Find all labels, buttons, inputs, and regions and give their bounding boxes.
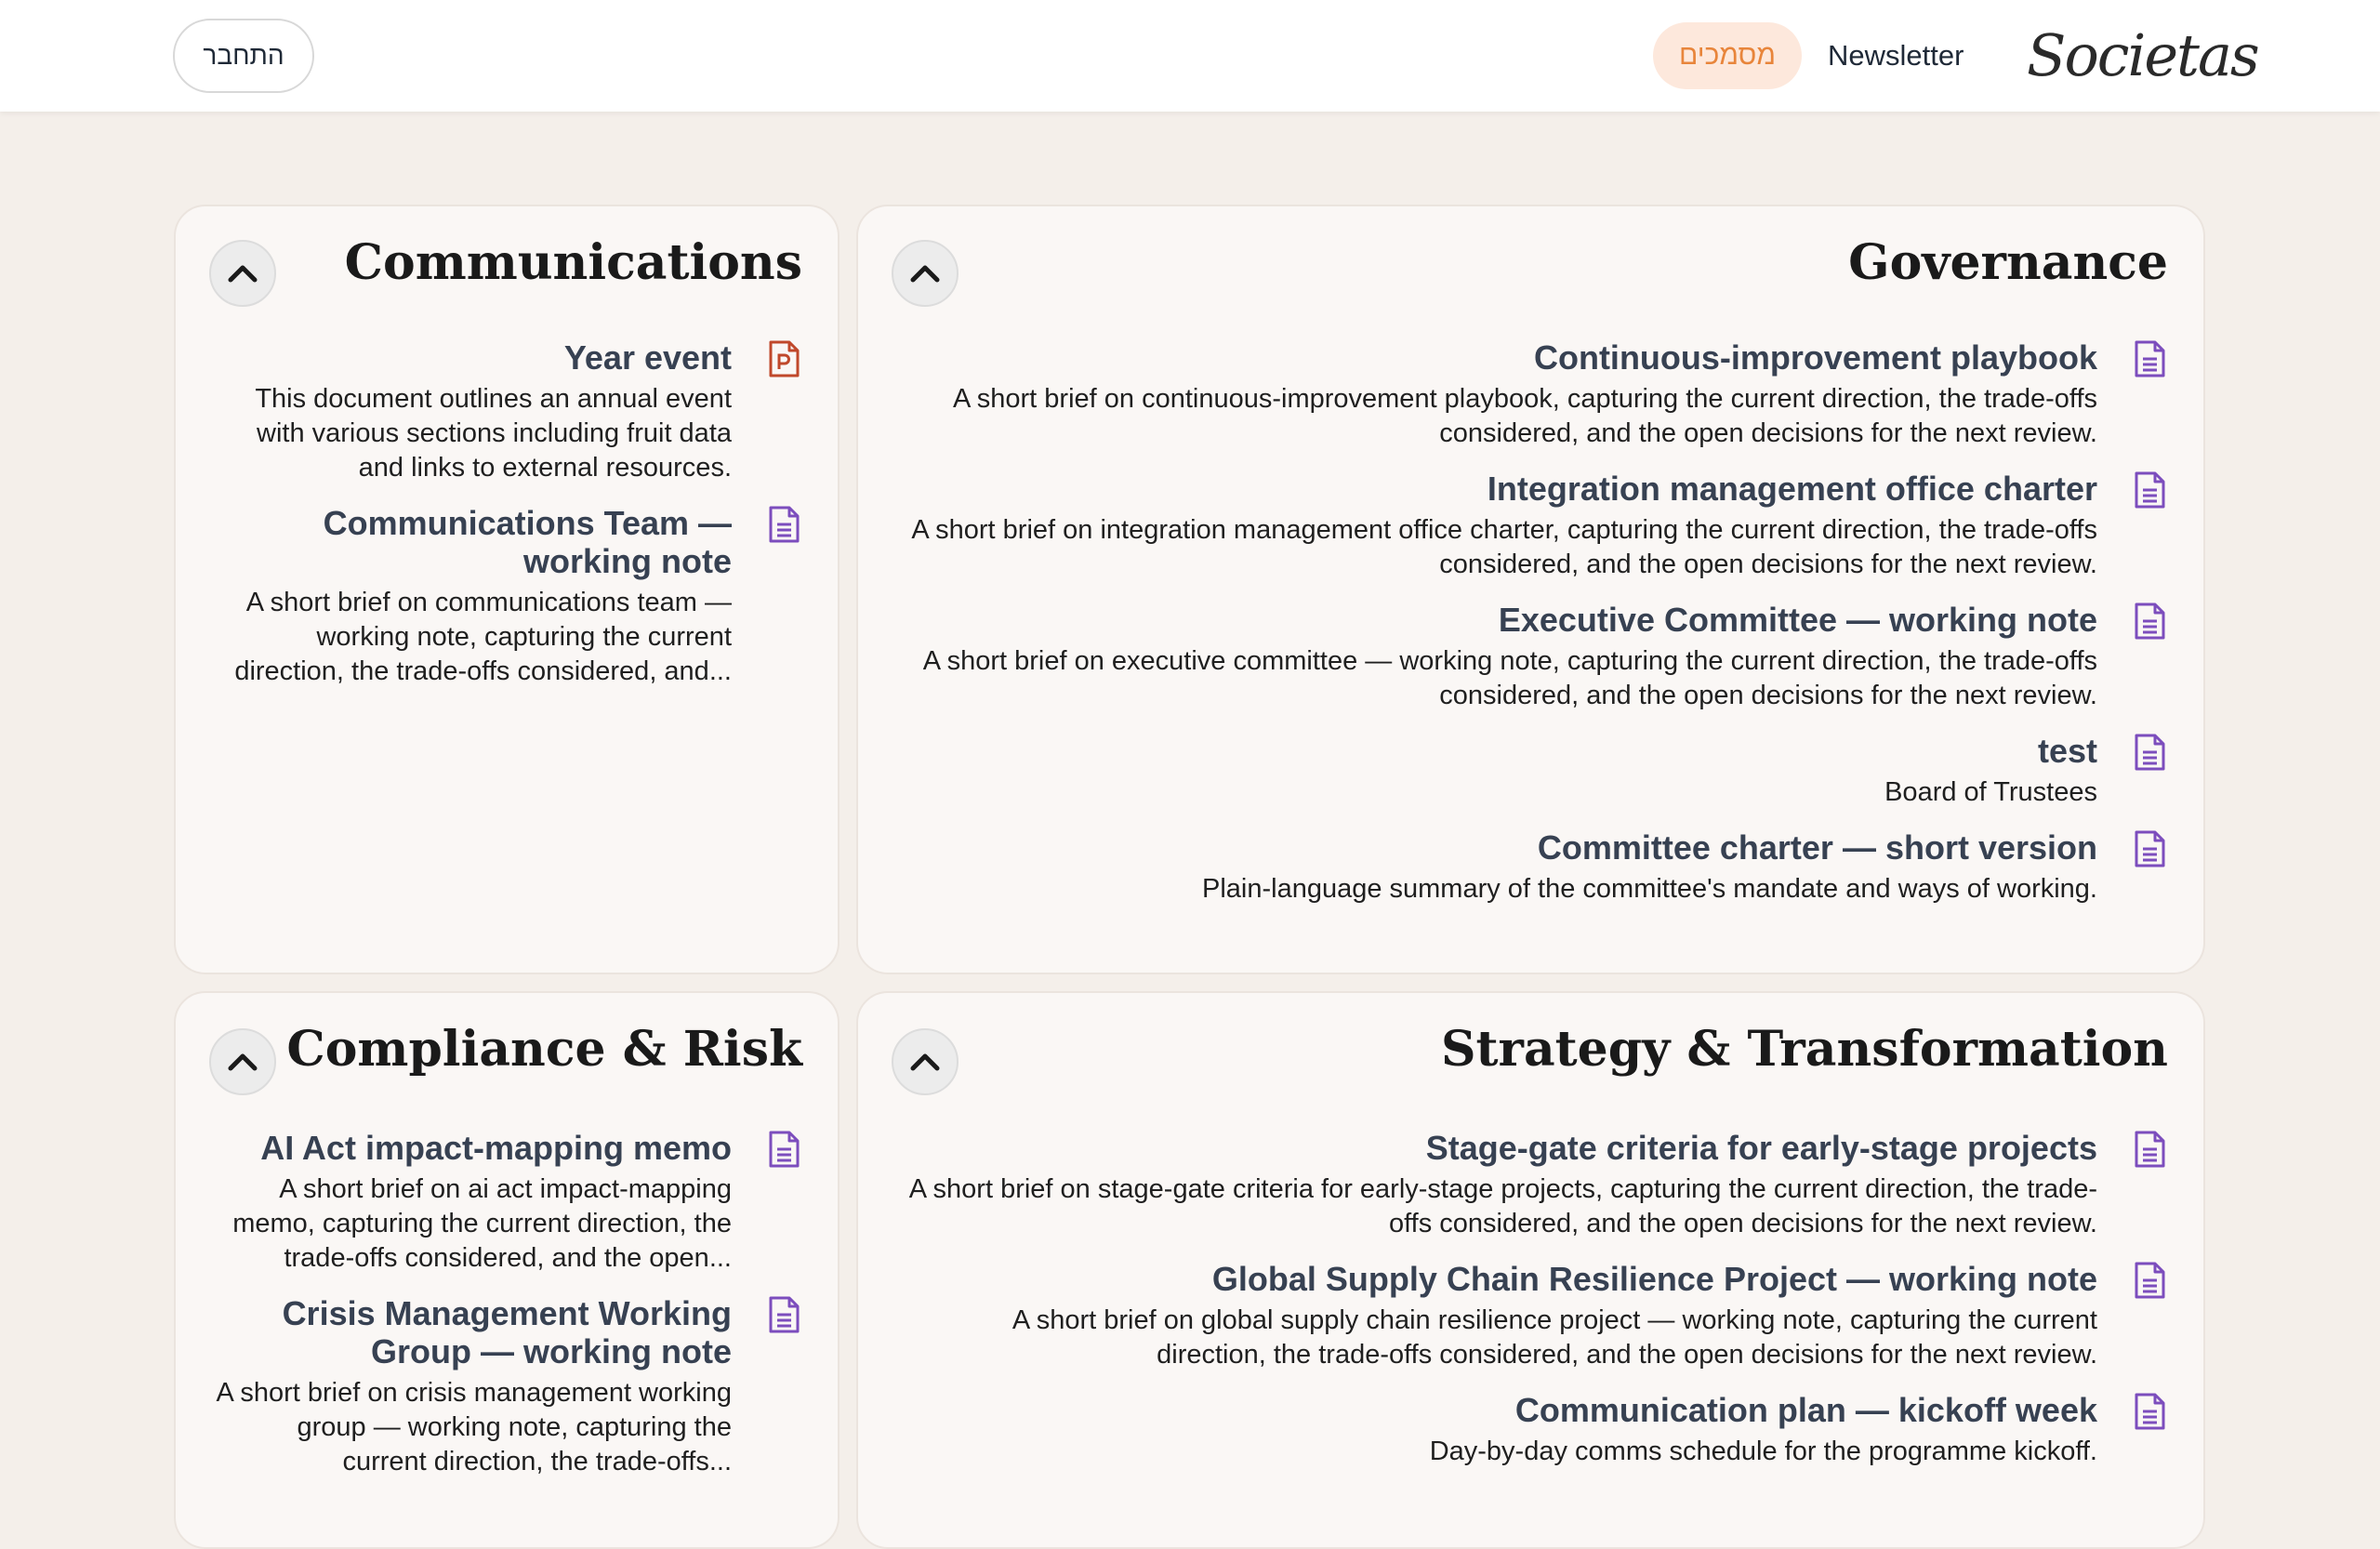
- document-icon: [769, 1296, 800, 1333]
- document-item[interactable]: Communication plan — kickoff week Day-by…: [903, 1391, 2166, 1469]
- collapse-button[interactable]: [892, 240, 959, 307]
- top-navigation-bar: התחבר מסמכים Newsletter Societas: [0, 0, 2380, 112]
- document-title[interactable]: Stage-gate criteria for early-stage proj…: [903, 1129, 2097, 1167]
- section-title: Communications: [344, 234, 802, 291]
- document-description: A short brief on continuous-improvement …: [952, 384, 2097, 448]
- document-item[interactable]: Executive Committee — working note A sho…: [905, 601, 2166, 713]
- document-title[interactable]: Global Supply Chain Resilience Project —…: [903, 1260, 2097, 1298]
- collapse-button[interactable]: [209, 1028, 276, 1095]
- document-item[interactable]: Integration management office charter A …: [905, 470, 2166, 582]
- document-icon: [2135, 471, 2165, 509]
- document-description: Board of Trustees: [1884, 777, 2097, 807]
- document-list: Continuous-improvement playbook A short …: [905, 338, 2166, 925]
- logo[interactable]: Societas: [2027, 13, 2260, 97]
- nav-documents[interactable]: מסמכים: [1653, 22, 1802, 89]
- section-compliance-risk: Compliance & Risk AI Act impact-mapping …: [174, 991, 840, 1549]
- document-item[interactable]: Year event This document outlines an ann…: [213, 338, 800, 485]
- document-icon: [2135, 734, 2165, 771]
- chevron-up-icon: [228, 1053, 258, 1071]
- collapse-button[interactable]: [892, 1028, 959, 1095]
- document-title[interactable]: Committee charter — short version: [905, 828, 2097, 867]
- chevron-up-icon: [910, 265, 940, 283]
- document-icon: [2135, 1393, 2165, 1430]
- document-description: A short brief on crisis management worki…: [216, 1378, 732, 1476]
- section-header: Governance: [858, 206, 2203, 307]
- document-icon: [2135, 1262, 2165, 1299]
- document-description: A short brief on executive committee — w…: [922, 646, 2097, 710]
- document-title[interactable]: Crisis Management Working Group — workin…: [211, 1294, 732, 1370]
- document-icon: [2135, 340, 2165, 377]
- document-icon: [769, 1131, 800, 1168]
- document-description: A short brief on stage-gate criteria for…: [908, 1174, 2097, 1238]
- document-icon: [2135, 602, 2165, 640]
- document-description: A short brief on global supply chain res…: [1012, 1305, 2097, 1370]
- document-title[interactable]: Communication plan — kickoff week: [903, 1391, 2097, 1429]
- section-header: Communications: [176, 206, 838, 307]
- document-icon: [2135, 1131, 2165, 1168]
- document-list: AI Act impact-mapping memo A short brief…: [211, 1129, 800, 1498]
- nav-newsletter[interactable]: Newsletter: [1828, 33, 1964, 78]
- document-icon: [2135, 830, 2165, 867]
- chevron-up-icon: [910, 1053, 940, 1071]
- login-button[interactable]: התחבר: [173, 19, 314, 93]
- document-description: Plain-language summary of the committee'…: [1201, 874, 2097, 904]
- document-description: Day-by-day comms schedule for the progra…: [1429, 1436, 2097, 1466]
- document-title[interactable]: Integration management office charter: [905, 470, 2097, 508]
- document-description: This document outlines an annual event w…: [255, 384, 732, 483]
- document-title[interactable]: Executive Committee — working note: [905, 601, 2097, 639]
- document-title[interactable]: Communications Team — working note: [213, 504, 732, 580]
- section-title: Compliance & Risk: [286, 1021, 802, 1078]
- section-title: Strategy & Transformation: [1440, 1021, 2168, 1078]
- document-item[interactable]: Committee charter — short version Plain-…: [905, 828, 2166, 907]
- chevron-up-icon: [228, 265, 258, 283]
- section-governance: Governance Continuous-improvement playbo…: [856, 205, 2205, 974]
- section-strategy-transformation: Strategy & Transformation Stage-gate cri…: [856, 991, 2205, 1549]
- document-description: A short brief on ai act impact-mapping m…: [232, 1174, 732, 1273]
- document-title[interactable]: AI Act impact-mapping memo: [211, 1129, 732, 1167]
- document-item[interactable]: Crisis Management Working Group — workin…: [211, 1294, 800, 1479]
- document-list: Year event This document outlines an ann…: [213, 338, 800, 708]
- document-list: Stage-gate criteria for early-stage proj…: [903, 1129, 2166, 1488]
- document-description: A short brief on communications team — w…: [234, 588, 732, 686]
- section-header: Compliance & Risk: [176, 993, 838, 1095]
- document-title[interactable]: test: [905, 732, 2097, 770]
- document-item[interactable]: Stage-gate criteria for early-stage proj…: [903, 1129, 2166, 1241]
- document-item[interactable]: Global Supply Chain Resilience Project —…: [903, 1260, 2166, 1372]
- document-description: A short brief on integration management …: [911, 515, 2097, 579]
- presentation-file-icon: [769, 340, 800, 377]
- document-item[interactable]: Communications Team — working note A sho…: [213, 504, 800, 689]
- document-icon: [769, 506, 800, 543]
- document-item[interactable]: AI Act impact-mapping memo A short brief…: [211, 1129, 800, 1276]
- collapse-button[interactable]: [209, 240, 276, 307]
- section-title: Governance: [1848, 234, 2168, 291]
- document-item[interactable]: test Board of Trustees: [905, 732, 2166, 810]
- section-header: Strategy & Transformation: [858, 993, 2203, 1095]
- document-item[interactable]: Continuous-improvement playbook A short …: [905, 338, 2166, 451]
- section-communications: Communications Year event This document …: [174, 205, 840, 974]
- document-title[interactable]: Year event: [213, 338, 732, 377]
- document-title[interactable]: Continuous-improvement playbook: [905, 338, 2097, 377]
